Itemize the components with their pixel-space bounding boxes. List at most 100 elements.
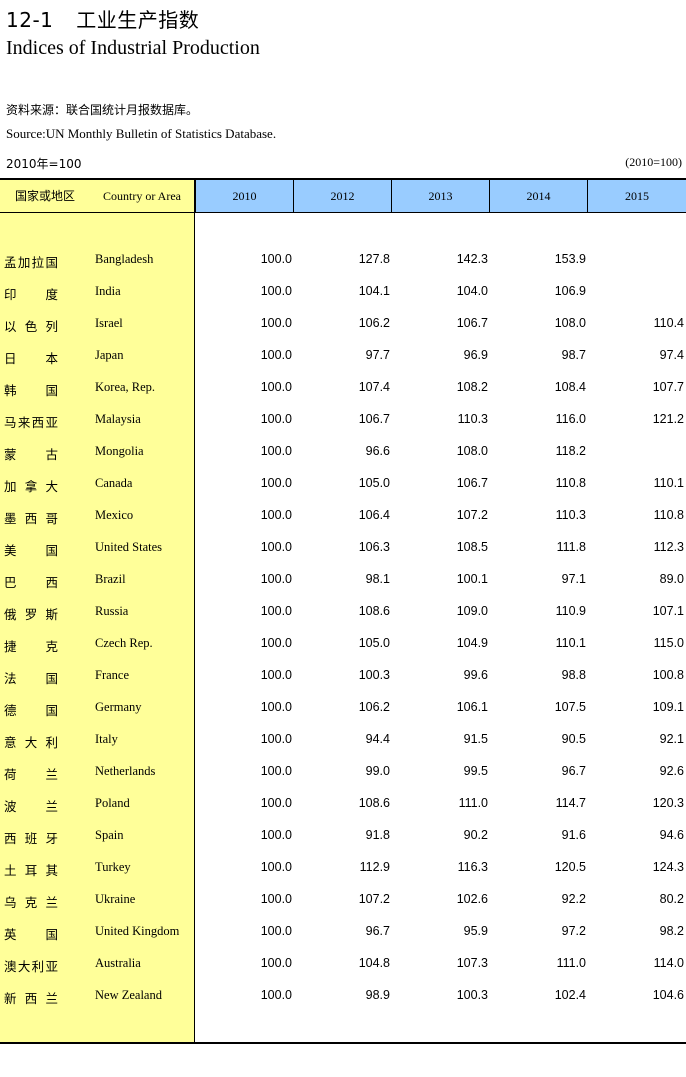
value-cell-2013: 142.3 [456, 252, 488, 266]
value-cell-2014: 116.0 [555, 412, 586, 426]
table-row: 印度 India 100.0 104.1 104.0 106.9 [0, 276, 686, 308]
base-year-note-en: (2010=100) [625, 155, 682, 169]
value-cell-2013: 108.0 [456, 444, 488, 458]
value-cell-2013: 107.3 [456, 956, 488, 970]
header-country-en: Country or Area [103, 189, 181, 203]
country-name-cn: 加拿大 [4, 479, 58, 494]
country-name-cn: 以色列 [4, 319, 58, 334]
value-cell-2014: 91.6 [561, 828, 586, 842]
value-cell-2015: 124.3 [652, 860, 684, 874]
value-cell-2010: 100.0 [260, 380, 292, 394]
value-cell-2015: 98.2 [659, 924, 684, 938]
country-name-en: United Kingdom [95, 924, 180, 938]
title-cn: 工业生产指数 [76, 8, 200, 32]
value-cell-2010: 100.0 [260, 252, 292, 266]
country-name-en: Poland [95, 796, 130, 810]
value-cell-2013: 102.6 [456, 892, 488, 906]
value-cell-2010: 100.0 [260, 828, 292, 842]
table-row: 德国 Germany 100.0 106.2 106.1 107.5 109.1 [0, 692, 686, 724]
country-name-cn: 乌克兰 [4, 895, 58, 910]
page-title: 12-1 工业生产指数 [6, 4, 199, 33]
country-name-cn: 美国 [4, 543, 58, 558]
table-row: 波兰 Poland 100.0 108.6 111.0 114.7 120.3 [0, 788, 686, 820]
value-cell-2010: 100.0 [260, 604, 292, 618]
value-cell-2015: 92.6 [659, 764, 684, 778]
value-cell-2012: 99.0 [365, 764, 390, 778]
country-name-cn: 土耳其 [4, 863, 58, 878]
value-cell-2015: 120.3 [652, 796, 684, 810]
country-name-cn: 印度 [4, 287, 58, 302]
table-row: 俄罗斯 Russia 100.0 108.6 109.0 110.9 107.1 [0, 596, 686, 628]
value-cell-2013: 108.2 [456, 380, 488, 394]
country-name-en: Ukraine [95, 892, 136, 906]
value-cell-2014: 153.9 [554, 252, 586, 266]
value-cell-2014: 92.2 [561, 892, 586, 906]
value-cell-2010: 100.0 [260, 796, 292, 810]
value-cell-2015: 110.4 [653, 316, 684, 330]
country-name-en: Brazil [95, 572, 126, 586]
table-number: 12-1 [6, 8, 54, 32]
table-row: 荷兰 Netherlands 100.0 99.0 99.5 96.7 92.6 [0, 756, 686, 788]
country-name-cn: 捷克 [4, 639, 58, 654]
value-cell-2013: 109.0 [456, 604, 488, 618]
value-cell-2014: 102.4 [554, 988, 586, 1002]
table-row: 法国 France 100.0 100.3 99.6 98.8 100.8 [0, 660, 686, 692]
value-cell-2012: 105.0 [358, 636, 390, 650]
value-cell-2010: 100.0 [260, 476, 292, 490]
value-cell-2014: 107.5 [554, 700, 586, 714]
country-name-cn: 巴西 [4, 575, 58, 590]
value-cell-2013: 106.1 [456, 700, 488, 714]
value-cell-2013: 91.5 [463, 732, 488, 746]
value-cell-2012: 106.3 [358, 540, 390, 554]
country-name-cn: 德国 [4, 703, 58, 718]
value-cell-2012: 112.9 [359, 860, 390, 874]
value-cell-2013: 116.3 [457, 860, 488, 874]
country-name-en: Korea, Rep. [95, 380, 156, 394]
value-cell-2013: 99.5 [463, 764, 488, 778]
country-name-en: India [95, 284, 121, 298]
title-en: Indices of Industrial Production [6, 37, 260, 59]
table-row: 巴西 Brazil 100.0 98.1 100.1 97.1 89.0 [0, 564, 686, 596]
country-name-cn: 英国 [4, 927, 58, 942]
value-cell-2014: 110.3 [555, 508, 586, 522]
value-cell-2012: 91.8 [365, 828, 390, 842]
country-name-cn: 马来西亚 [4, 415, 58, 430]
value-cell-2013: 111.0 [458, 796, 488, 810]
header-year-2013: 2013 [391, 180, 489, 212]
value-cell-2010: 100.0 [260, 316, 292, 330]
country-name-en: Japan [95, 348, 124, 362]
value-cell-2015: 97.4 [659, 348, 684, 362]
value-cell-2012: 105.0 [358, 476, 390, 490]
value-cell-2015: 104.6 [652, 988, 684, 1002]
value-cell-2014: 106.9 [554, 284, 586, 298]
value-cell-2015: 107.7 [652, 380, 684, 394]
value-cell-2014: 110.9 [555, 604, 586, 618]
table-row: 新西兰 New Zealand 100.0 98.9 100.3 102.4 104.6 [0, 980, 686, 1012]
value-cell-2013: 104.9 [456, 636, 488, 650]
value-cell-2015: 89.0 [659, 572, 684, 586]
value-cell-2015: 110.1 [653, 476, 684, 490]
country-name-en: Bangladesh [95, 252, 154, 266]
table-header-row: 国家或地区 Country or Area 2010 2012 2013 201… [0, 180, 686, 212]
value-cell-2015: 121.2 [652, 412, 684, 426]
country-name-cn: 西班牙 [4, 831, 58, 846]
value-cell-2010: 100.0 [260, 572, 292, 586]
value-cell-2012: 96.7 [365, 924, 390, 938]
table-row: 韩国 Korea, Rep. 100.0 107.4 108.2 108.4 107.7 [0, 372, 686, 404]
table-row: 捷克 Czech Rep. 100.0 105.0 104.9 110.1 115.0 [0, 628, 686, 660]
value-cell-2013: 90.2 [463, 828, 488, 842]
value-cell-2014: 98.8 [561, 668, 586, 682]
value-cell-2014: 110.8 [555, 476, 586, 490]
value-cell-2010: 100.0 [260, 508, 292, 522]
value-cell-2012: 107.2 [358, 892, 390, 906]
value-cell-2015: 94.6 [659, 828, 684, 842]
value-cell-2013: 108.5 [456, 540, 488, 554]
country-name-en: Italy [95, 732, 118, 746]
header-year-2015: 2015 [587, 180, 686, 212]
table-row: 西班牙 Spain 100.0 91.8 90.2 91.6 94.6 [0, 820, 686, 852]
country-name-en: Russia [95, 604, 129, 618]
country-name-en: United States [95, 540, 163, 554]
value-cell-2010: 100.0 [260, 444, 292, 458]
table-row: 美国 United States 100.0 106.3 108.5 111.8 112.3 [0, 532, 686, 564]
value-cell-2013: 106.7 [456, 316, 488, 330]
